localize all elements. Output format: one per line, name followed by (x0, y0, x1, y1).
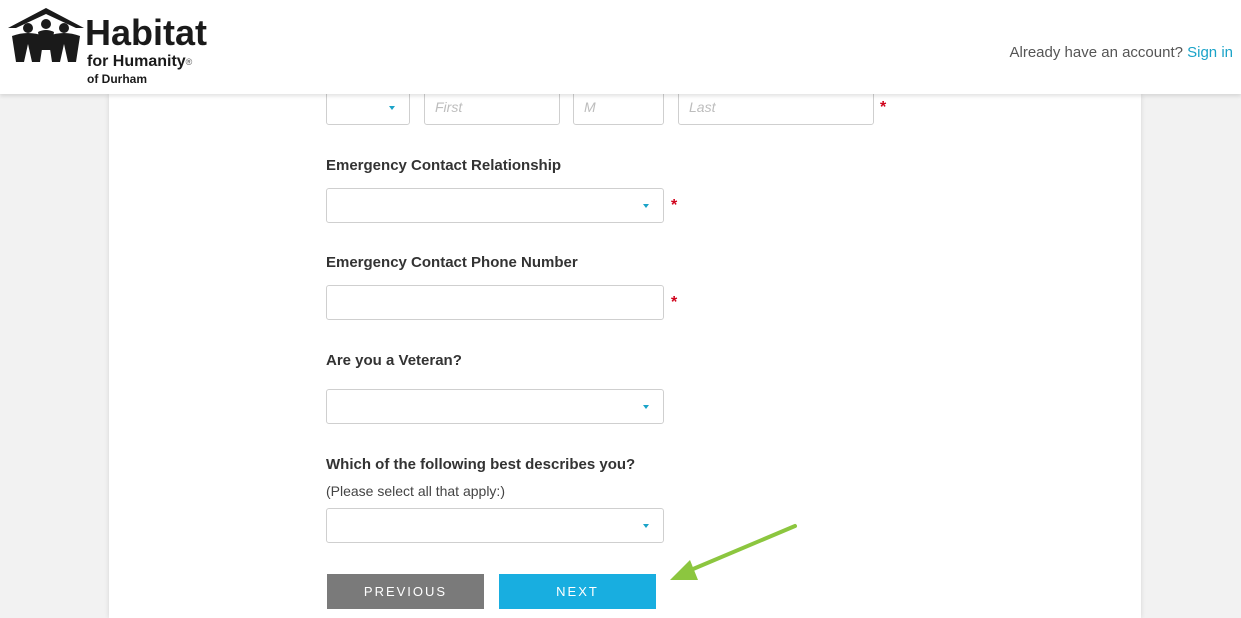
phone-input[interactable] (326, 285, 664, 320)
required-marker: * (671, 294, 678, 311)
last-name-placeholder: Last (689, 99, 716, 115)
middle-initial-placeholder: M (584, 99, 596, 115)
required-marker: * (880, 99, 887, 116)
logo-title: Habitat (85, 12, 208, 53)
veteran-select[interactable] (326, 389, 664, 424)
required-marker: * (671, 197, 678, 214)
previous-button[interactable]: PREVIOUS (327, 574, 484, 609)
logo-subtitle-text: for Humanity (87, 53, 186, 70)
phone-label: Emergency Contact Phone Number (326, 254, 578, 271)
account-prompt: Already have an account? Sign in (1010, 44, 1234, 61)
sign-in-link[interactable]: Sign in (1187, 44, 1233, 61)
next-button[interactable]: NEXT (499, 574, 656, 609)
logo-chapter: of Durham (87, 72, 147, 86)
logo-subtitle: for Humanity® (87, 54, 192, 70)
describes-label: Which of the following best describes yo… (326, 456, 636, 473)
habitat-logo-icon (8, 8, 84, 62)
dropdown-caret-icon (643, 405, 649, 409)
describes-select[interactable] (326, 508, 664, 543)
first-name-input[interactable]: First (424, 90, 560, 125)
last-name-input[interactable]: Last (678, 90, 874, 125)
veteran-label: Are you a Veteran? (326, 352, 462, 369)
middle-initial-input[interactable]: M (573, 90, 664, 125)
first-name-placeholder: First (435, 99, 463, 115)
name-prefix-select[interactable] (326, 90, 410, 125)
site-header: Habitat for Humanity® of Durham Already … (0, 0, 1241, 94)
relationship-select[interactable] (326, 188, 664, 223)
habitat-logo[interactable]: Habitat for Humanity® of Durham (6, 6, 208, 90)
dropdown-caret-icon (389, 106, 395, 110)
relationship-label: Emergency Contact Relationship (326, 157, 562, 174)
annotation-arrow-icon (670, 524, 797, 580)
logo-registered-mark: ® (185, 57, 193, 67)
describes-sublabel: (Please select all that apply:) (326, 483, 505, 499)
dropdown-caret-icon (643, 524, 649, 528)
account-prompt-text: Already have an account? (1009, 44, 1183, 61)
dropdown-caret-icon (643, 204, 649, 208)
